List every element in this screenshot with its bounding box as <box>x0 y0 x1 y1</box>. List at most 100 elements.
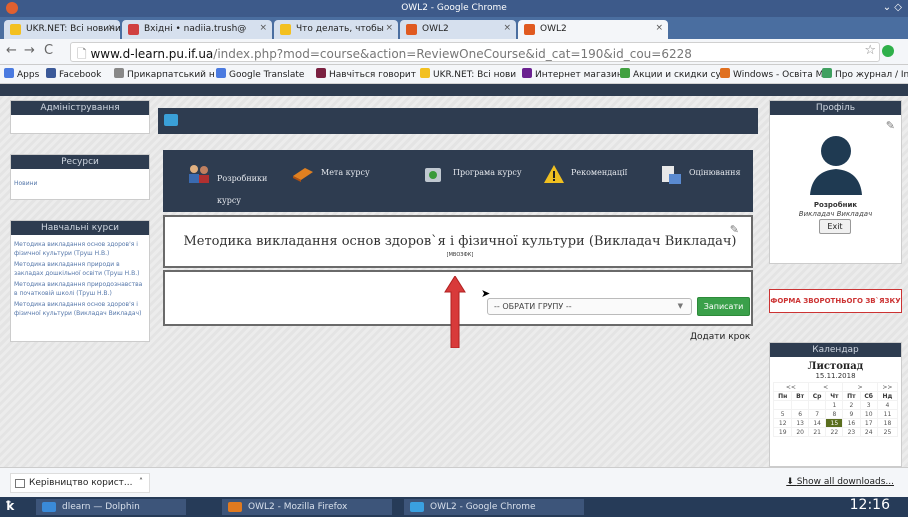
reload-icon[interactable]: C <box>44 43 53 58</box>
weekday: Пн <box>772 391 793 401</box>
calendar-month: Листопад <box>807 361 864 372</box>
windows-icon <box>720 68 730 78</box>
calendar-day[interactable]: 20 <box>791 427 809 437</box>
calendar-day[interactable]: 17 <box>859 418 878 428</box>
calendar-day[interactable]: 19 <box>772 427 793 437</box>
tab-ukrnet[interactable]: UKR.NET: Всі новини У × <box>4 20 120 39</box>
calendar-day[interactable]: 22 <box>825 427 844 437</box>
calendar-prev-year[interactable]: << <box>773 382 809 392</box>
people-icon <box>189 165 209 183</box>
calendar-day[interactable] <box>807 400 827 410</box>
course-link[interactable]: Методика викладання основ здоров'я і фіз… <box>14 300 146 318</box>
back-icon[interactable]: ← <box>6 43 17 58</box>
calendar-day[interactable]: 24 <box>859 427 878 437</box>
calendar-day[interactable] <box>772 400 793 410</box>
calendar-day[interactable]: 10 <box>859 409 878 419</box>
calendar-next-month[interactable]: > <box>842 382 878 392</box>
bookmark-windows[interactable]: Windows - Освіта М <box>720 68 823 80</box>
bookmark-star-icon[interactable]: ☆ <box>864 43 876 58</box>
bookmark-journal[interactable]: Про журнал / Inter <box>822 68 908 80</box>
chevron-up-icon[interactable]: ˄ <box>139 477 143 486</box>
tab-inbox[interactable]: Вхідні • nadiia.trush@ × <box>122 20 272 39</box>
tab-owl2-active[interactable]: OWL2 × <box>518 20 668 39</box>
bookmark-google-translate[interactable]: Google Translate <box>216 68 304 80</box>
profile-box: Профіль ✎ Розробник Викладач Викладач Ex… <box>769 100 902 264</box>
feedback-form-button[interactable]: ФОРМА ЗВОРОТНЬОГО ЗВ`ЯЗКУ <box>769 289 902 313</box>
calendar-heading: Календар <box>770 343 901 357</box>
admin-box: Адміністрування <box>10 100 150 134</box>
calendar-day[interactable]: 6 <box>791 409 809 419</box>
calendar-day[interactable]: 12 <box>772 418 793 428</box>
task-firefox[interactable]: OWL2 - Mozilla Firefox <box>222 499 392 515</box>
bookmark-sales[interactable]: Акции и скидки су <box>620 68 721 80</box>
window-controls[interactable]: ⌄ ◇ <box>883 2 902 13</box>
resource-news-link[interactable]: Новини <box>14 179 146 188</box>
bookmark-ukrnet[interactable]: UKR.NET: Всі нови <box>420 68 516 80</box>
bookmark-shop[interactable]: Интернет магазин <box>522 68 623 80</box>
show-all-downloads-link[interactable]: ⬇ Show all downloads... <box>786 477 894 487</box>
close-icon[interactable]: × <box>385 23 393 33</box>
calendar-day[interactable]: 16 <box>842 418 861 428</box>
forward-icon[interactable]: → <box>24 43 35 58</box>
calendar-day[interactable]: 13 <box>791 418 809 428</box>
course-link[interactable]: Методика викладання основ здоров'я і фіз… <box>14 240 146 258</box>
shop-icon <box>522 68 532 78</box>
calendar-date: 15.11.2018 <box>815 372 856 380</box>
resources-heading: Ресурси <box>11 155 149 169</box>
bookmark-facebook[interactable]: Facebook <box>46 68 101 80</box>
calendar-day[interactable]: 8 <box>825 409 844 419</box>
program-icon <box>425 168 441 182</box>
bookmark-apps[interactable]: Apps <box>4 68 39 80</box>
calendar-day[interactable]: 2 <box>842 400 861 410</box>
calendar-day[interactable]: 1 <box>825 400 844 410</box>
close-icon[interactable]: × <box>259 23 267 33</box>
calendar-day[interactable]: 14 <box>807 418 827 428</box>
download-item[interactable]: Керівництво корист... ˄ <box>10 473 150 493</box>
course-topbar <box>158 108 758 134</box>
tab-owl2[interactable]: OWL2 × <box>400 20 516 39</box>
calendar-day[interactable]: 7 <box>807 409 827 419</box>
weekday: Ср <box>807 391 827 401</box>
kde-menu-icon[interactable]: ꝁ <box>6 499 14 513</box>
close-icon[interactable]: × <box>503 23 511 33</box>
course-link[interactable]: Методика викладання природознавства в по… <box>14 280 146 298</box>
group-select[interactable]: -- ОБРАТИ ГРУПУ -- ▼ <box>487 298 692 315</box>
tab-chto-delat[interactable]: Что делать, чтобы × <box>274 20 398 39</box>
calendar-day[interactable]: 5 <box>772 409 793 419</box>
calendar-day[interactable]: 18 <box>876 418 899 428</box>
task-dolphin[interactable]: dlearn — Dolphin <box>36 499 186 515</box>
calendar-next-year[interactable]: >> <box>876 382 899 392</box>
book-icon <box>293 168 313 182</box>
pencil-icon[interactable]: ✎ <box>730 223 739 236</box>
calendar-day[interactable]: 9 <box>842 409 861 419</box>
extension-icon[interactable] <box>882 45 894 57</box>
pencil-icon[interactable]: ✎ <box>886 119 895 132</box>
exit-button[interactable]: Exit <box>819 219 851 234</box>
close-icon[interactable]: × <box>107 23 115 33</box>
admin-heading[interactable]: Адміністрування <box>11 101 149 115</box>
calendar-day[interactable]: 23 <box>842 427 861 437</box>
calendar-day[interactable]: 3 <box>859 400 878 410</box>
calendar-day[interactable] <box>791 400 809 410</box>
add-step-link[interactable]: Додати крок <box>690 332 750 342</box>
calendar-day[interactable]: 11 <box>876 409 899 419</box>
enroll-button[interactable]: Записати <box>697 297 750 316</box>
address-bar[interactable]: 🗋 www.d-learn.pu.if.ua/index.php?mod=cou… <box>70 42 880 62</box>
task-chrome[interactable]: OWL2 - Google Chrome <box>404 499 584 515</box>
bookmark-prykarpatskyi[interactable]: Прикарпатський н <box>114 68 215 80</box>
bookmark-speak[interactable]: Навчіться говорит <box>316 68 416 80</box>
calendar-day-today[interactable]: 15 <box>825 418 844 428</box>
bookmark-label: Навчіться говорит <box>329 70 417 80</box>
calendar-day[interactable]: 21 <box>807 427 827 437</box>
calendar-day[interactable]: 25 <box>876 427 899 437</box>
icon-page-info[interactable]: 🗋 <box>77 47 90 61</box>
close-icon[interactable]: × <box>655 23 663 33</box>
tab-label: OWL2 <box>422 24 449 34</box>
clock[interactable]: 12:16 <box>850 497 890 513</box>
tab-label: Что делать, чтобы <box>296 24 384 34</box>
owl-icon <box>524 24 535 35</box>
course-link[interactable]: Методика викладання природи в закладах д… <box>14 260 146 278</box>
calendar-day[interactable]: 4 <box>876 400 899 410</box>
courses-heading: Навчальні курси <box>11 221 149 235</box>
calendar-prev-month[interactable]: < <box>807 382 844 392</box>
